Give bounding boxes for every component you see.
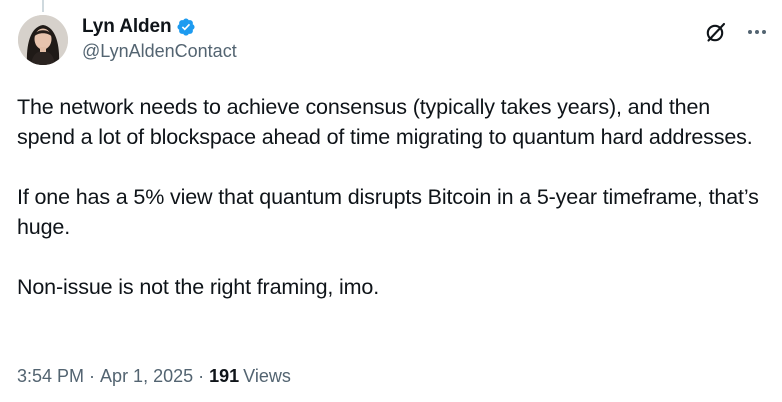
post-paragraph: The network needs to achieve consensus (… [17,95,753,149]
grok-icon[interactable] [704,20,728,44]
post-date[interactable]: Apr 1, 2025 [100,366,193,387]
post-paragraph: If one has a 5% view that quantum disrup… [17,185,759,239]
author-display-name[interactable]: Lyn Alden [82,16,172,38]
thread-connector-line [42,0,44,12]
post-header: Lyn Alden @LynAldenContact [82,16,237,62]
post-body: The network needs to achieve consensus (… [17,92,767,302]
name-row: Lyn Alden [82,16,237,38]
post-time[interactable]: 3:54 PM [17,366,84,387]
author-handle[interactable]: @LynAldenContact [82,41,237,62]
views-label: Views [243,366,291,386]
post-meta: 3:54 PM · Apr 1, 2025 · 191 Views [17,366,291,387]
avatar[interactable] [18,15,68,65]
verified-badge-icon[interactable] [176,17,196,37]
views-count[interactable]: 191 [209,366,239,387]
meta-separator: · [89,366,96,386]
post-paragraph: Non-issue is not the right framing, imo. [17,275,380,299]
more-options-icon[interactable] [746,22,768,42]
meta-separator: · [198,366,205,386]
avatar-image [18,15,68,65]
